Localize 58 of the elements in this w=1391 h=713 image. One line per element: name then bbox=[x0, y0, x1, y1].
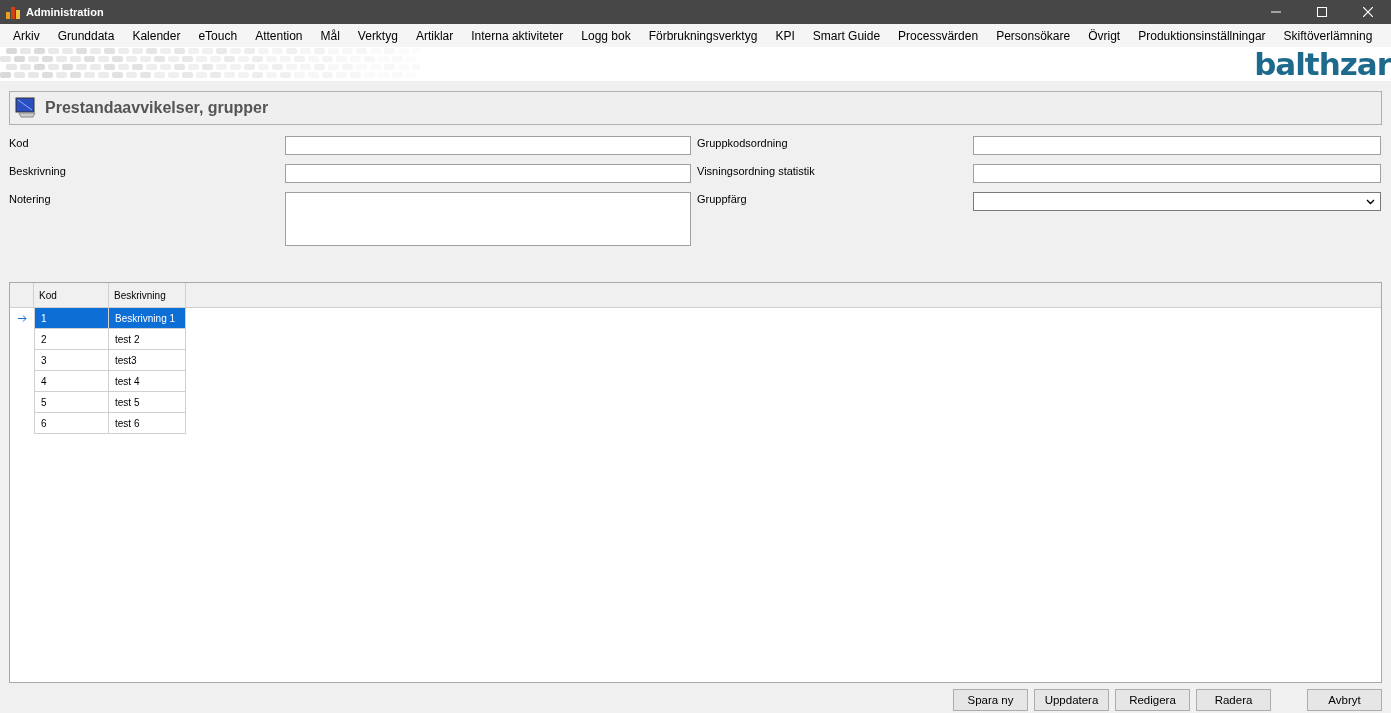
table-cell[interactable]: test 4 bbox=[109, 371, 186, 392]
menu-item[interactable]: Processvärden bbox=[898, 28, 979, 43]
action-button[interactable]: Uppdatera bbox=[1034, 689, 1109, 711]
menu-item[interactable]: Verktyg bbox=[357, 28, 398, 43]
action-button[interactable]: Spara ny bbox=[953, 689, 1028, 711]
menu-item[interactable]: Interna aktiviteter bbox=[471, 28, 564, 43]
action-button[interactable]: Redigera bbox=[1115, 689, 1190, 711]
table-cell[interactable]: test 6 bbox=[109, 413, 186, 434]
table-cell[interactable]: 3 bbox=[34, 350, 109, 371]
input-field[interactable] bbox=[285, 164, 691, 183]
menu-item[interactable]: KPI bbox=[775, 28, 795, 43]
table-cell[interactable]: 6 bbox=[34, 413, 109, 434]
field-label: Kod bbox=[9, 136, 30, 149]
input-field[interactable] bbox=[973, 164, 1381, 183]
menu-item[interactable]: eTouch bbox=[198, 28, 238, 43]
chevron-down-icon bbox=[1366, 198, 1375, 205]
input-field[interactable] bbox=[285, 136, 691, 155]
field-label: Gruppkodsordning bbox=[697, 136, 789, 149]
menu-item[interactable]: Logg bok bbox=[581, 28, 631, 43]
field-label: Visningsordning statistik bbox=[697, 164, 816, 177]
dropdown[interactable] bbox=[973, 192, 1381, 211]
bar-chart-icon bbox=[5, 4, 21, 20]
panel-title: Prestandaavvikelser, grupper bbox=[45, 99, 269, 117]
menu-item[interactable]: Förbrukningsverktyg bbox=[648, 28, 758, 43]
window-title: Administration bbox=[26, 6, 104, 18]
table-cell[interactable]: Beskrivning 1 bbox=[109, 308, 186, 329]
table-cell[interactable]: test 2 bbox=[109, 329, 186, 350]
action-button[interactable]: Avbryt bbox=[1307, 689, 1382, 711]
table-cell[interactable]: 2 bbox=[34, 329, 109, 350]
arrow-right-icon bbox=[17, 315, 27, 322]
table-cell[interactable]: 1 bbox=[34, 308, 109, 329]
menu-item[interactable]: Smart Guide bbox=[812, 28, 881, 43]
menu-item[interactable]: Skiftöverlämning bbox=[1283, 28, 1373, 43]
menu-item[interactable]: Övrigt bbox=[1088, 28, 1121, 43]
field-label: Notering bbox=[9, 192, 52, 205]
table-cell[interactable]: 4 bbox=[34, 371, 109, 392]
logo: balthzar bbox=[1254, 47, 1391, 81]
menu-item[interactable]: Personsökare bbox=[996, 28, 1071, 43]
menu-item[interactable]: Arkiv bbox=[13, 28, 40, 43]
field-label: Beskrivning bbox=[9, 164, 67, 177]
maximize-icon[interactable] bbox=[1317, 7, 1327, 17]
menu-item[interactable]: Attention bbox=[255, 28, 303, 43]
close-icon[interactable] bbox=[1363, 7, 1373, 17]
text-area[interactable] bbox=[285, 192, 691, 246]
monitor-icon bbox=[15, 97, 37, 119]
input-field[interactable] bbox=[973, 136, 1381, 155]
table-cell[interactable]: test 5 bbox=[109, 392, 186, 413]
menu-item[interactable]: Mål bbox=[320, 28, 340, 43]
menu-item[interactable]: Kalender bbox=[132, 28, 181, 43]
menu-item[interactable]: Produktionsinställningar bbox=[1138, 28, 1266, 43]
menu-item[interactable]: Grunddata bbox=[57, 28, 115, 43]
table-cell[interactable]: test3 bbox=[109, 350, 186, 371]
action-button[interactable]: Radera bbox=[1196, 689, 1271, 711]
column-header[interactable]: Kod bbox=[34, 283, 109, 307]
field-label: Gruppfärg bbox=[697, 192, 748, 205]
column-header[interactable]: Beskrivning bbox=[109, 283, 186, 307]
table-cell[interactable]: 5 bbox=[34, 392, 109, 413]
menu-item[interactable]: Artiklar bbox=[415, 28, 454, 43]
